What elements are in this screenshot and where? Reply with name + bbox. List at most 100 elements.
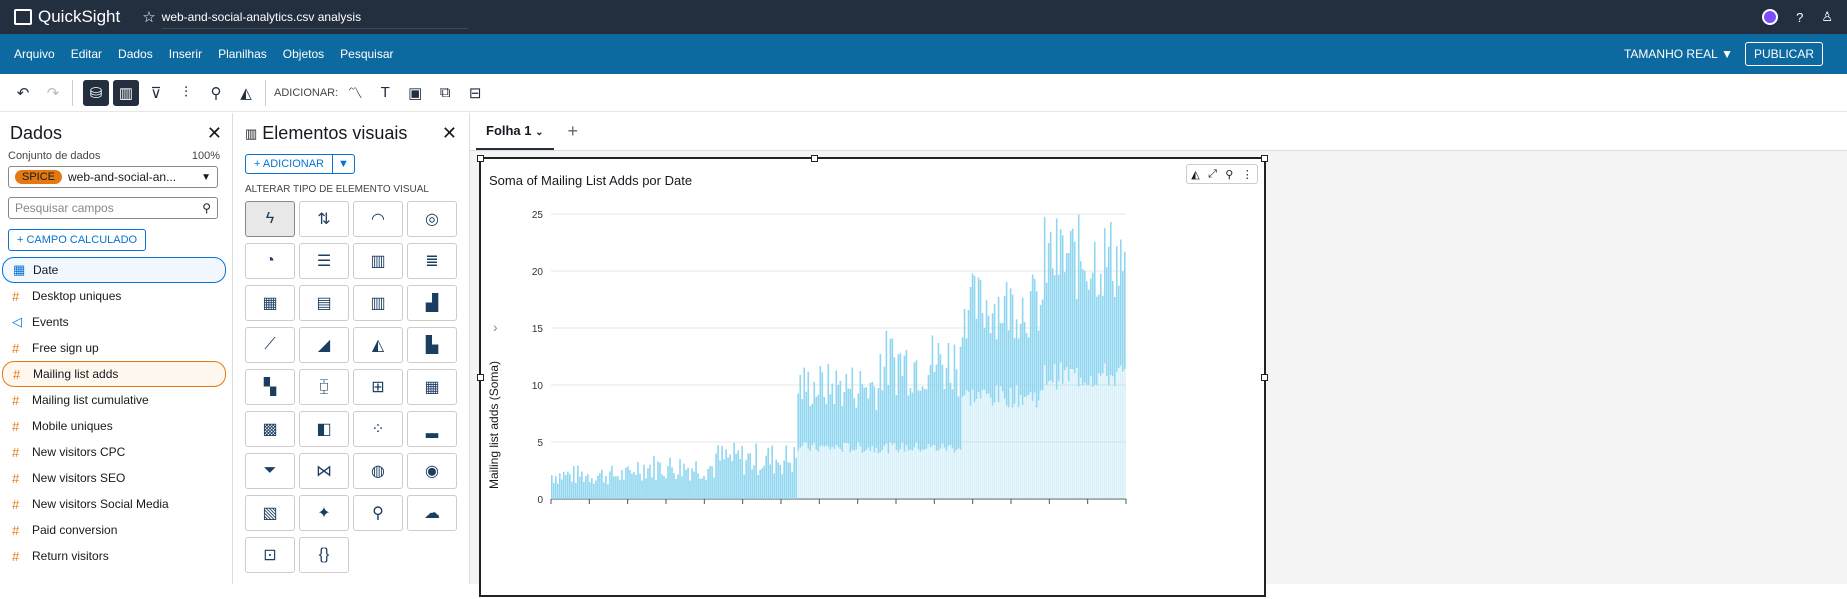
add-visual-button[interactable]: + ADICIONAR ▼ [245,154,355,174]
add-calculated-field-button[interactable]: + CAMPO CALCULADO [8,229,147,251]
chevron-down-icon: ⌄ [535,127,544,138]
menu-dados[interactable]: Dados [118,47,153,61]
data-bar [803,442,806,499]
field-mailing-list-adds[interactable]: # Mailing list adds [2,361,226,387]
autograph-icon[interactable]: ϟ [245,201,295,237]
star-icon[interactable]: ☆ [142,8,155,26]
word-cloud-icon[interactable]: ☁ [407,495,457,531]
parameters-icon[interactable]: ⫶ [173,80,199,106]
search-fields-input[interactable]: Pesquisar campos ⚲ [8,197,218,219]
treemap-icon[interactable]: ◧ [299,411,349,447]
geo-map-icon[interactable]: ▧ [245,495,295,531]
histogram-icon[interactable]: ▂ [407,411,457,447]
combo-icon[interactable]: ▙ [407,327,457,363]
data-bar [985,300,988,395]
add-text-icon[interactable]: T [372,80,398,106]
pivot-icon[interactable]: ⊞ [353,369,403,405]
data-bar [669,457,671,499]
data-bar [799,375,802,448]
field-new-visitors-seo[interactable]: # New visitors SEO [2,465,226,491]
chevron-down-icon[interactable]: ▼ [1718,47,1733,61]
waterfall-icon[interactable]: ▟ [407,285,457,321]
dataset-select[interactable]: SPICE web-and-social-an... ▼ [8,166,218,188]
properties-icon[interactable]: ◭ [233,80,259,106]
field-new-visitors-cpc[interactable]: # New visitors CPC [2,439,226,465]
close-icon[interactable]: ✕ [207,123,222,144]
publish-button[interactable]: PUBLICAR [1744,42,1823,66]
custom-visual-icon[interactable]: ⊡ [245,537,295,573]
redo-icon[interactable]: ↷ [40,80,66,106]
pie-icon[interactable]: ◔ [245,243,295,279]
radar-icon[interactable]: ✦ [299,495,349,531]
close-icon[interactable]: ✕ [442,123,457,144]
field-paid-conversion[interactable]: # Paid conversion [2,517,226,543]
visual-container[interactable]: Soma of Mailing List Adds por Date ◭ ⤢ ⚲… [477,155,1268,597]
menu-planilhas[interactable]: Planilhas [218,47,267,61]
data-bar [1107,246,1110,386]
stacked-100-icon[interactable]: ▥ [353,285,403,321]
analysis-name[interactable]: web-and-social-analytics.csv analysis [161,6,468,29]
data-bar [559,473,561,499]
data-bar [1029,291,1032,392]
add-insight-icon[interactable]: ⧉ [432,80,458,106]
add-visual-icon[interactable]: 〽 [342,80,368,106]
menu-arquivo[interactable]: Arquivo [14,47,55,61]
stacked-bar-icon[interactable]: ▦ [245,285,295,321]
menu-editar[interactable]: Editar [71,47,102,61]
add-sheet-icon[interactable]: + [568,121,579,142]
add-embed-icon[interactable]: ⊟ [462,80,488,106]
points-map-icon[interactable]: ◉ [407,453,457,489]
insights-icon[interactable]: ⚲ [203,80,229,106]
horizontal-bar-icon[interactable]: ☰ [299,243,349,279]
field-mobile-uniques[interactable]: # Mobile uniques [2,413,226,439]
menu-inserir[interactable]: Inserir [169,47,202,61]
vertical-bar-icon[interactable]: ▥ [353,243,403,279]
sankey-icon[interactable]: ⋈ [299,453,349,489]
custom-code-icon[interactable]: {} [299,537,349,573]
area-icon[interactable]: ◢ [299,327,349,363]
insight-icon[interactable]: ⚲ [353,495,403,531]
add-image-icon[interactable]: ▣ [402,80,428,106]
extension-icon[interactable] [1762,9,1779,25]
field-mailing-list-cumulative[interactable]: # Mailing list cumulative [2,387,226,413]
chevron-down-icon[interactable]: ▼ [332,155,354,173]
data-bar [1059,362,1062,499]
visuals-icon[interactable]: ▥ [113,79,139,106]
box-plot-icon[interactable]: ⧮ [299,369,349,405]
quicksight-logo[interactable]: QuickSight [14,7,120,27]
stacked-area-icon[interactable]: ◭ [353,327,403,363]
field-return-visitors[interactable]: # Return visitors [2,543,226,569]
size-dropdown[interactable]: TAMANHO REAL [1624,47,1718,61]
filter-icon[interactable]: ⊽ [143,80,169,106]
field-date[interactable]: ▦ Date [2,257,226,283]
data-panel-title: Dados [10,123,63,143]
funnel-icon[interactable]: ⏷ [245,453,295,489]
y-tick-label: 0 [537,495,543,506]
menu-pesquisar[interactable]: Pesquisar [340,47,393,61]
kpi-icon[interactable]: ⇅ [299,201,349,237]
field-events[interactable]: ◁ Events [2,309,226,335]
clustered-bar-icon[interactable]: ≣ [407,243,457,279]
heatmap-icon[interactable]: ▩ [245,411,295,447]
help-icon[interactable]: ? [1796,10,1803,25]
data-icon[interactable]: ⛁ [83,79,109,106]
line-icon[interactable]: ⟋ [245,327,295,363]
donut-icon[interactable]: ◎ [407,201,457,237]
data-bar [609,471,611,499]
menu-objetos[interactable]: Objetos [283,47,324,61]
table-icon[interactable]: ▦ [407,369,457,405]
tab-folha-1[interactable]: Folha 1 ⌄ [476,113,554,150]
data-bar [939,354,942,449]
scatter-icon[interactable]: ⁘ [353,411,403,447]
data-bar [873,452,876,499]
undo-icon[interactable]: ↶ [10,80,36,106]
combo-line-icon[interactable]: ▚ [245,369,295,405]
field-free-sign-up[interactable]: # Free sign up [2,335,226,361]
field-desktop-uniques[interactable]: # Desktop uniques [2,283,226,309]
filled-map-icon[interactable]: ◍ [353,453,403,489]
add-visual-label[interactable]: + ADICIONAR [246,155,332,173]
field-new-visitors-social-media[interactable]: # New visitors Social Media [2,491,226,517]
user-icon[interactable]: ♙ [1821,9,1833,25]
gauge-icon[interactable]: ◠ [353,201,403,237]
stacked-horizontal-icon[interactable]: ▤ [299,285,349,321]
